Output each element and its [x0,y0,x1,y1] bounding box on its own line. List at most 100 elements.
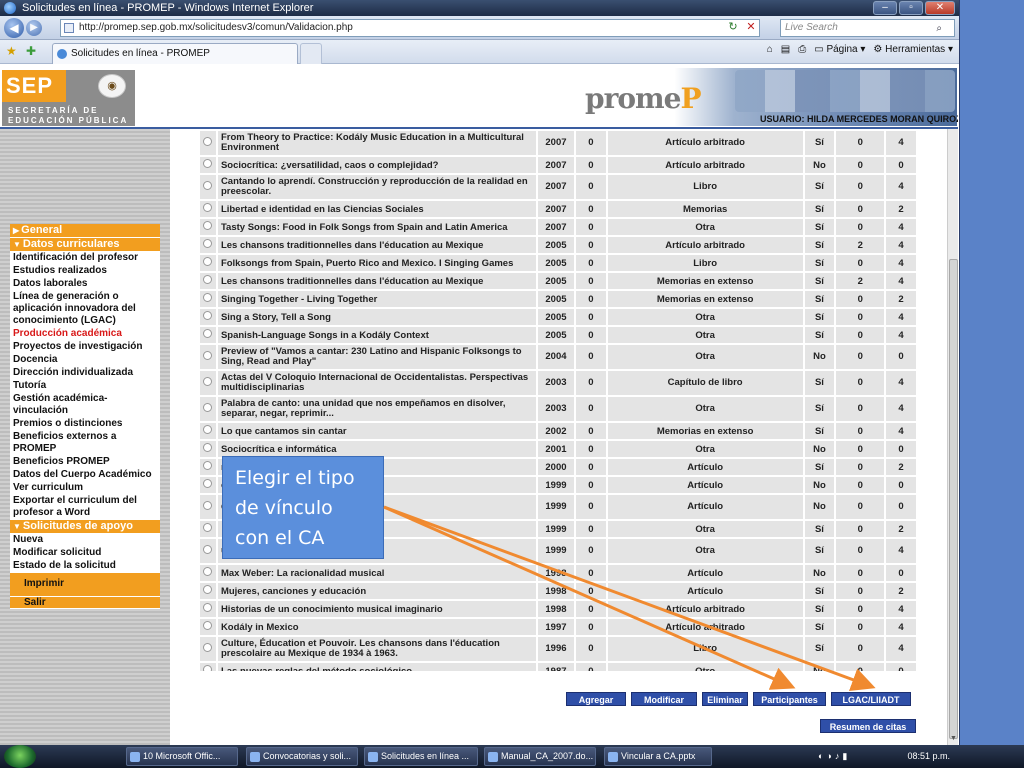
row-radio[interactable] [200,309,216,325]
sidebar-item[interactable]: ▼ Solicitudes de apoyo [10,520,160,534]
eliminar-button[interactable]: Eliminar [702,692,748,706]
modificar-button[interactable]: Modificar [631,692,697,706]
row-radio[interactable] [200,371,216,395]
radio-button[interactable] [203,523,213,532]
stop-icon[interactable]: ✕ [744,20,758,34]
radio-button[interactable] [203,545,213,554]
page-menu[interactable]: ▭ Página ▾ [814,44,865,55]
radio-button[interactable] [203,585,213,594]
sidebar-item[interactable]: ▼ Datos curriculares [10,238,160,252]
row-radio[interactable] [200,565,216,581]
feeds-icon[interactable]: ▤ [781,44,790,55]
radio-button[interactable] [203,257,213,266]
forward-button[interactable]: ▶ [26,20,42,36]
row-radio[interactable] [200,219,216,235]
sidebar-item[interactable]: Línea de generación o aplicación innovad… [10,291,160,328]
row-radio[interactable] [200,237,216,253]
row-radio[interactable] [200,327,216,343]
favorites-star-icon[interactable]: ★ [6,44,17,58]
sidebar-item[interactable]: Beneficios PROMEP [10,456,160,469]
row-radio[interactable] [200,441,216,457]
sidebar-item[interactable]: Estado de la solicitud [10,560,160,573]
sidebar-item[interactable]: Modificar solicitud [10,547,160,560]
sidebar-item[interactable]: Estudios realizados [10,265,160,278]
row-radio[interactable] [200,601,216,617]
radio-button[interactable] [203,501,213,510]
radio-button[interactable] [203,239,213,248]
radio-button[interactable] [203,603,213,612]
back-button[interactable]: ◀ [4,18,24,38]
radio-button[interactable] [203,425,213,434]
tray-icons[interactable]: ◐◑♪▮ [818,747,850,766]
taskbar-item[interactable]: Vincular a CA.pptx [604,747,712,766]
row-radio[interactable] [200,255,216,271]
row-radio[interactable] [200,131,216,155]
home-icon[interactable]: ⌂ [767,44,773,55]
row-radio[interactable] [200,291,216,307]
radio-button[interactable] [203,665,213,671]
row-radio[interactable] [200,663,216,671]
row-radio[interactable] [200,539,216,563]
radio-button[interactable] [203,181,213,190]
radio-button[interactable] [203,567,213,576]
row-radio[interactable] [200,521,216,537]
row-radio[interactable] [200,477,216,493]
sidebar-item[interactable]: Docencia [10,354,160,367]
scroll-down-arrow-icon[interactable]: ▼ [949,735,958,745]
radio-button[interactable] [203,643,213,652]
maximize-button[interactable]: ▫ [899,1,923,15]
start-button[interactable] [4,745,36,768]
sidebar-item[interactable]: Imprimir [10,573,160,597]
radio-button[interactable] [203,159,213,168]
sidebar-item[interactable]: Identificación del profesor [10,252,160,265]
radio-button[interactable] [203,443,213,452]
row-radio[interactable] [200,459,216,475]
row-radio[interactable] [200,423,216,439]
row-radio[interactable] [200,495,216,519]
row-radio[interactable] [200,157,216,173]
radio-button[interactable] [203,351,213,360]
row-radio[interactable] [200,273,216,289]
taskbar-item[interactable]: Solicitudes en línea ... [364,747,478,766]
tools-menu[interactable]: ⚙ Herramientas ▾ [873,44,953,55]
row-radio[interactable] [200,345,216,369]
row-radio[interactable] [200,637,216,661]
sidebar-item[interactable]: Datos laborales [10,278,160,291]
participantes-button[interactable]: Participantes [753,692,826,706]
radio-button[interactable] [203,275,213,284]
sidebar-item[interactable]: Gestión académica-vinculación [10,393,160,418]
radio-button[interactable] [203,621,213,630]
taskbar-item[interactable]: Manual_CA_2007.do... [484,747,596,766]
radio-button[interactable] [203,221,213,230]
row-radio[interactable] [200,175,216,199]
radio-button[interactable] [203,293,213,302]
radio-button[interactable] [203,377,213,386]
search-icon[interactable]: ⌕ [936,21,942,37]
new-tab-button[interactable] [300,43,322,64]
minimize-button[interactable]: – [873,1,897,15]
close-button[interactable]: ✕ [925,1,955,15]
agregar-button[interactable]: Agregar [566,692,626,706]
taskbar-item[interactable]: 10 Microsoft Offic... [126,747,238,766]
sidebar-item[interactable]: Producción académica [10,328,160,341]
radio-button[interactable] [203,311,213,320]
radio-button[interactable] [203,203,213,212]
print-icon[interactable]: ⎙ [798,44,806,55]
sidebar-item[interactable]: Exportar el curriculum del profesor a Wo… [10,495,160,520]
url-input[interactable]: http://promep.sep.gob.mx/solicitudesv3/c… [60,19,760,37]
sidebar-item[interactable]: Datos del Cuerpo Académico [10,469,160,482]
radio-button[interactable] [203,479,213,488]
page-scrollbar[interactable]: ▼ [947,129,958,745]
sidebar-item[interactable]: Salir [10,597,160,609]
sidebar-item[interactable]: Tutoría [10,380,160,393]
resumen-citas-button[interactable]: Resumen de citas [820,719,916,733]
radio-button[interactable] [203,329,213,338]
lgac-button[interactable]: LGAC/LIIADT [831,692,911,706]
row-radio[interactable] [200,619,216,635]
scrollbar-thumb[interactable] [949,259,958,739]
row-radio[interactable] [200,397,216,421]
search-input[interactable]: Live Search ⌕ [780,19,955,37]
tab-promep[interactable]: Solicitudes en línea - PROMEP [52,43,298,64]
sidebar-item[interactable]: Proyectos de investigación [10,341,160,354]
taskbar-item[interactable]: Convocatorias y soli... [246,747,358,766]
